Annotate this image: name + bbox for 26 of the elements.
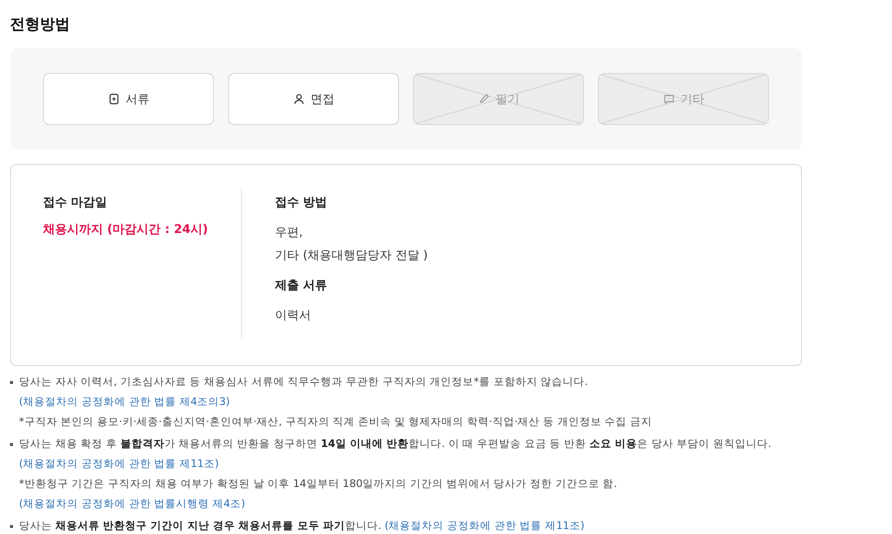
bullet-icon xyxy=(10,525,13,528)
note-text: 당사는 자사 이력서, 기초심사자료 등 채용심사 서류에 직무수행과 무관한 구직자의 개인정보*를 포함하지 않습니다. (채용절차의 공정화에 관한 법률 제4조의3) xyxy=(19,375,589,410)
field-value: 우편, xyxy=(275,224,304,241)
stage-button[interactable]: 면접 xyxy=(228,73,399,125)
person-icon xyxy=(292,93,304,105)
field-label: 접수 방법 xyxy=(275,194,328,211)
stage-button[interactable]: 서류 xyxy=(43,73,214,125)
bullet-icon xyxy=(10,443,13,446)
law-link[interactable]: (채용절차의 공정화에 관한 법률 제4조의3) xyxy=(19,396,230,408)
note-detail: *구직자 본인의 용모·키·세종·출신지역·혼인여부·재산, 구직자의 직계 존비속 및 형제자매의 학력·직업·재산 등 개인정보 수집 금지 xyxy=(19,415,654,430)
bullet-icon xyxy=(10,381,13,384)
pencil-icon xyxy=(478,93,490,105)
law-link[interactable]: (채용절차의 공정화에 관한 법률 제11조) xyxy=(384,520,585,532)
law-link[interactable]: (채용절차의 공정화에 관한 법률시행령 제4조) xyxy=(19,498,246,510)
note-text: 당사는 채용 확정 후 불합격자가 채용서류의 반환을 청구하면 14일 이내에 반환합니다. 이 때 우편발송 요금 등 반환 소요 비용은 당사 부담이 원칙입니다. (채용절차의 공정화에 관한 법률 제11조) xyxy=(19,437,772,472)
speech-bubble-icon xyxy=(662,93,674,105)
note-text: 당사는 채용서류 반환청구 기간이 지난 경우 채용서류를 모두 파기합니다. (채용절차의 공정화에 관한 법률 제11조) xyxy=(19,519,585,534)
field-value: 기타 (채용대행담당자 전달 ) xyxy=(275,247,428,264)
section-title: 전형방법 xyxy=(10,14,71,35)
field-label: 접수 마감일 xyxy=(43,194,108,211)
note-detail: *반환청구 기간은 구직자의 채용 여부가 확정된 날 이후 14일부터 180일까지의 기간의 범위에서 당사가 정한 기간으로 함. (채용절차의 공정화에 관한 법률시행령 제4조) xyxy=(19,477,618,512)
deadline-text: 채용시까지 (마감시간 : 24시) xyxy=(43,221,209,238)
field-value: 이력서 xyxy=(275,307,312,324)
document-icon xyxy=(108,93,120,105)
law-link[interactable]: (채용절차의 공정화에 관한 법률 제11조) xyxy=(19,458,219,470)
field-label: 제출 서류 xyxy=(275,277,328,294)
